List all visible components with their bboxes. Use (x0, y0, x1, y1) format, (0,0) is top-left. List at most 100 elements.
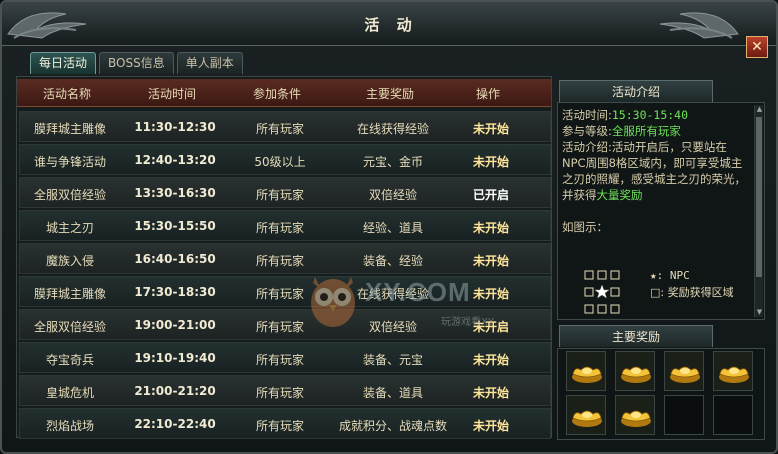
tab-daily-activity[interactable]: 每日活动 (30, 52, 97, 74)
side-panel: 活动介绍 活动时间:15:30-15:40 参与等级:全服所有玩家 活动介绍:活… (557, 80, 765, 440)
reward-slot[interactable] (615, 351, 655, 391)
gold-ingot-icon (621, 410, 651, 427)
intro-desc-highlight: 大量奖励 (596, 188, 643, 202)
intro-heading: 活动介绍 (559, 80, 713, 102)
row-status[interactable]: 未开始 (456, 252, 526, 269)
table-row[interactable]: 全服双倍经验 13:30-16:30 所有玩家 双倍经验 已开启 (19, 177, 551, 208)
close-button[interactable]: ✕ (746, 36, 768, 58)
header-operation: 操作 (475, 87, 500, 101)
row-reward: 在线获得经验 (356, 122, 429, 136)
reward-slot-empty[interactable] (664, 395, 704, 435)
row-reward: 双倍经验 (368, 188, 417, 202)
scroll-up-icon[interactable]: ▲ (755, 105, 764, 114)
intro-level-label: 参与等级: (562, 124, 612, 138)
row-condition: 所有玩家 (255, 320, 304, 334)
row-name: 全服双倍经验 (33, 320, 106, 334)
scroll-thumb[interactable] (756, 117, 762, 277)
row-condition: 所有玩家 (255, 353, 304, 367)
tab-bar: 每日活动 BOSS信息 单人副本 (30, 52, 246, 74)
row-status[interactable]: 未开始 (456, 120, 526, 137)
row-status[interactable]: 已开启 (456, 186, 526, 203)
row-status[interactable]: 未开始 (456, 351, 526, 368)
row-time: 11:30-12:30 (134, 120, 216, 134)
area-grid-diagram (584, 270, 620, 314)
row-name: 皇城危机 (45, 386, 94, 400)
row-condition: 所有玩家 (255, 188, 304, 202)
row-name: 魔族入侵 (45, 254, 94, 268)
row-reward: 装备、经验 (362, 254, 423, 268)
tab-solo-dungeon[interactable]: 单人副本 (176, 52, 243, 74)
reward-slot[interactable] (615, 395, 655, 435)
intro-desc-label: 活动介绍: (562, 140, 612, 154)
row-status[interactable]: 未开启 (456, 318, 526, 335)
gold-ingot-icon (572, 410, 602, 427)
header-activity-name: 活动名称 (42, 87, 91, 101)
row-name: 膜拜城主雕像 (33, 287, 106, 301)
table-row[interactable]: 膜拜城主雕像 11:30-12:30 所有玩家 在线获得经验 未开始 (19, 111, 551, 142)
table-row[interactable]: 谁与争锋活动 12:40-13:20 50级以上 元宝、金币 未开始 (19, 144, 551, 175)
row-condition: 所有玩家 (255, 122, 304, 136)
reward-slot-empty[interactable] (713, 395, 753, 435)
intro-figure-label: 如图示： (562, 220, 608, 234)
table-row[interactable]: 皇城危机 21:00-21:20 所有玩家 装备、道具 未开始 (19, 375, 551, 406)
reward-slot[interactable] (566, 351, 606, 391)
row-reward: 装备、元宝 (362, 353, 423, 367)
activity-table: 活动名称 活动时间 参加条件 主要奖励 操作 膜拜城主雕像 11:30-12:3… (16, 76, 552, 441)
table-row[interactable]: 膜拜城主雕像 17:30-18:30 所有玩家 在线获得经验 未开始 (19, 276, 551, 307)
intro-scrollbar[interactable]: ▲ ▼ (754, 105, 763, 317)
reward-slot[interactable] (713, 351, 753, 391)
row-name: 烈焰战场 (45, 419, 94, 433)
table-row[interactable]: 城主之刃 15:30-15:50 所有玩家 经验、道具 未开始 (19, 210, 551, 241)
gold-ingot-icon (719, 366, 749, 383)
reward-slot[interactable] (566, 395, 606, 435)
legend-npc: ★: NPC (650, 269, 690, 282)
gold-ingot-icon (572, 366, 602, 383)
row-reward: 元宝、金币 (362, 155, 423, 169)
intro-time-value: 15:30-15:40 (611, 108, 689, 122)
row-status[interactable]: 未开始 (456, 384, 526, 401)
row-name: 全服双倍经验 (33, 188, 106, 202)
row-reward: 在线获得经验 (356, 287, 429, 301)
table-row[interactable]: 烈焰战场 22:10-22:40 所有玩家 成就积分、战魂点数 未开始 (19, 408, 551, 439)
reward-slot[interactable] (664, 351, 704, 391)
legend-reward-zone: □: 奖励获得区域 (650, 286, 734, 299)
row-time: 17:30-18:30 (134, 285, 216, 299)
table-row[interactable]: 全服双倍经验 19:00-21:00 所有玩家 双倍经验 未开启 (19, 309, 551, 340)
row-time: 22:10-22:40 (134, 417, 216, 431)
rewards-grid (557, 348, 765, 440)
row-time: 15:30-15:50 (134, 219, 216, 233)
row-time: 13:30-16:30 (134, 186, 216, 200)
row-name: 膜拜城主雕像 (33, 122, 106, 136)
intro-description: 活动介绍:活动开启后，只要站在NPC周围8格区域内，即可享受城主之刃的照耀，感受… (562, 139, 760, 203)
row-condition: 所有玩家 (255, 386, 304, 400)
tab-boss-info[interactable]: BOSS信息 (99, 52, 174, 74)
table-body: 膜拜城主雕像 11:30-12:30 所有玩家 在线获得经验 未开始 谁与争锋活… (19, 111, 551, 441)
row-status[interactable]: 未开始 (456, 417, 526, 434)
header-reward: 主要奖励 (365, 87, 414, 101)
rewards-heading: 主要奖励 (559, 325, 713, 347)
row-reward: 成就积分、战魂点数 (338, 419, 447, 433)
table-header: 活动名称 活动时间 参加条件 主要奖励 操作 (17, 79, 551, 107)
row-name: 城主之刃 (45, 221, 94, 235)
scroll-down-icon[interactable]: ▼ (755, 308, 764, 317)
intro-level-value: 全服所有玩家 (611, 124, 681, 138)
title-bar: 活 动 (2, 2, 776, 46)
row-condition: 所有玩家 (255, 221, 304, 235)
header-condition: 参加条件 (252, 87, 301, 101)
table-row[interactable]: 魔族入侵 16:40-16:50 所有玩家 装备、经验 未开始 (19, 243, 551, 274)
row-status[interactable]: 未开始 (456, 153, 526, 170)
activity-window: 活 动 ✕ 每日活动 BOSS信息 单人副本 活动名称 活动时间 参加条件 主要… (0, 0, 778, 454)
row-status[interactable]: 未开始 (456, 285, 526, 302)
table-row[interactable]: 夺宝奇兵 19:10-19:40 所有玩家 装备、元宝 未开始 (19, 342, 551, 373)
gold-ingot-icon (621, 366, 651, 383)
row-reward: 双倍经验 (368, 320, 417, 334)
row-condition: 所有玩家 (255, 287, 304, 301)
row-reward: 经验、道具 (362, 221, 423, 235)
row-name: 谁与争锋活动 (33, 155, 106, 169)
row-status[interactable]: 未开始 (456, 219, 526, 236)
row-time: 21:00-21:20 (134, 384, 216, 398)
row-condition: 所有玩家 (255, 254, 304, 268)
intro-time-label: 活动时间: (562, 108, 612, 122)
intro-box: 活动时间:15:30-15:40 参与等级:全服所有玩家 活动介绍:活动开启后，… (557, 102, 765, 320)
row-condition: 所有玩家 (255, 419, 304, 433)
